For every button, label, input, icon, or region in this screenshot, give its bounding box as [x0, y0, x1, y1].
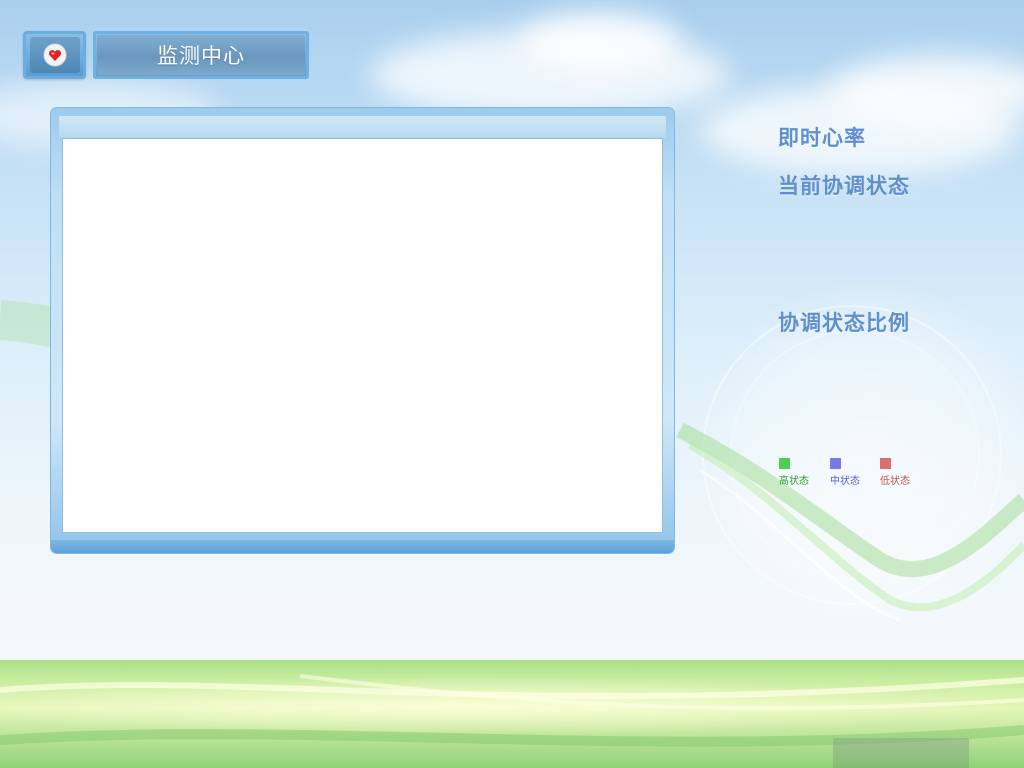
page-title: 监测中心 [97, 35, 305, 75]
monitor-display-area [62, 138, 663, 533]
logo-button[interactable] [23, 31, 86, 79]
ground-highlight [0, 676, 1024, 736]
legend-swatch-high [779, 458, 790, 469]
current-status-label: 当前协调状态 [778, 174, 910, 198]
heart-rate-label: 即时心率 [778, 126, 866, 150]
halo-ring [730, 330, 980, 580]
status-ratio-label: 协调状态比例 [778, 311, 910, 335]
legend-item-low: 低状态 [880, 458, 910, 487]
legend-item-medium: 中状态 [830, 458, 860, 487]
legend-swatch-medium [830, 458, 841, 469]
title-banner: 监测中心 [93, 31, 309, 79]
corner-panel [833, 738, 969, 768]
cloud-decoration [520, 12, 680, 72]
legend-item-high: 高状态 [779, 458, 809, 487]
panel-bottom-bar [51, 540, 674, 553]
legend-label-low: 低状态 [880, 476, 910, 487]
heart-icon [43, 43, 66, 67]
status-legend: 高状态 中状态 低状态 [779, 458, 929, 488]
legend-label-medium: 中状态 [830, 476, 860, 487]
legend-swatch-low [880, 458, 891, 469]
legend-label-high: 高状态 [779, 476, 809, 487]
panel-title-bar [59, 116, 666, 138]
logo-frame [29, 37, 80, 73]
